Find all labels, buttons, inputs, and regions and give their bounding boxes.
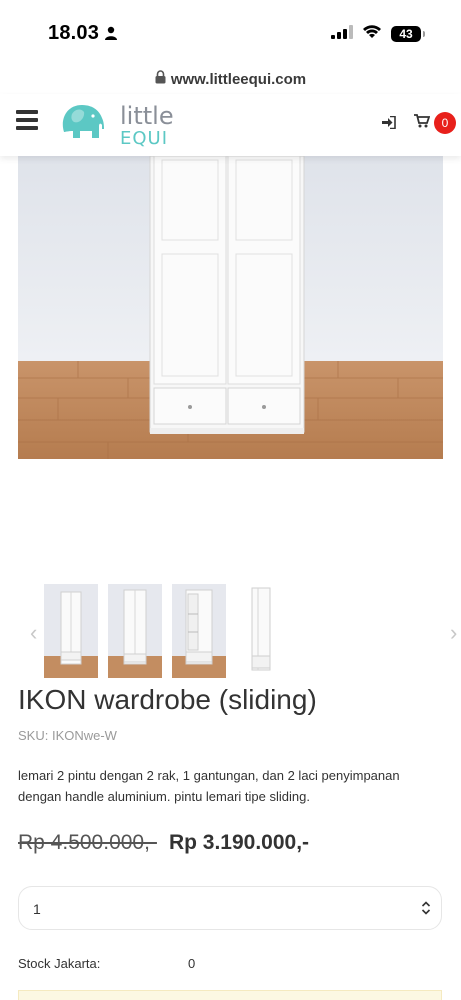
thumbnail-gallery: ‹ › <box>0 584 461 680</box>
thumbnail-closed-front[interactable] <box>44 584 98 678</box>
person-icon <box>104 26 118 45</box>
chevron-right-icon[interactable]: › <box>450 620 457 646</box>
product-description: lemari 2 pintu dengan 2 rak, 1 gantungan… <box>18 768 400 804</box>
thumbnail-open-shelves[interactable] <box>172 584 226 678</box>
original-price: Rp 4.500.000,- <box>18 831 157 854</box>
notice-banner <box>18 990 442 1000</box>
product-sku: SKU: IKONwe-W <box>18 728 117 743</box>
product-main-image[interactable] <box>18 156 443 459</box>
quantity-value: 1 <box>33 901 41 917</box>
battery-level: 43 <box>399 27 413 41</box>
site-header: little EQUI 0 <box>0 94 461 156</box>
battery-icon: 43 <box>391 26 425 42</box>
url-text[interactable]: www.littleequi.com <box>171 71 306 88</box>
login-icon[interactable] <box>382 115 396 134</box>
chevron-left-icon[interactable]: ‹ <box>30 620 37 646</box>
product-title: IKON wardrobe (sliding) <box>18 684 317 715</box>
sale-price: Rp 3.190.000,- <box>168 831 310 854</box>
status-bar: 18.03 43 <box>0 0 461 64</box>
status-indicators: 43 <box>331 24 425 44</box>
wifi-icon <box>362 24 382 44</box>
status-time: 18.03 <box>48 22 100 44</box>
price-row: Rp 4.500.000,- Rp 3.190.000,- <box>18 831 309 855</box>
svg-text:EQUI: EQUI <box>120 128 168 149</box>
thumbnail-closed-angle[interactable] <box>108 584 162 678</box>
lock-icon <box>155 69 166 89</box>
site-logo[interactable]: little EQUI <box>58 96 178 150</box>
cart-icon <box>414 113 431 133</box>
address-bar[interactable]: www.littleequi.com <box>0 64 461 94</box>
stock-value: 0 <box>188 956 196 971</box>
thumbnail-side-view[interactable] <box>236 584 290 678</box>
cart-button[interactable]: 0 <box>414 112 456 134</box>
svg-text:little: little <box>120 102 174 130</box>
menu-icon[interactable] <box>16 110 38 130</box>
chevron-up-down-icon <box>421 900 431 921</box>
cart-count-badge: 0 <box>434 112 456 134</box>
cellular-signal-icon <box>331 24 353 44</box>
quantity-select[interactable]: 1 <box>18 886 442 930</box>
stock-label: Stock Jakarta: <box>18 956 101 971</box>
